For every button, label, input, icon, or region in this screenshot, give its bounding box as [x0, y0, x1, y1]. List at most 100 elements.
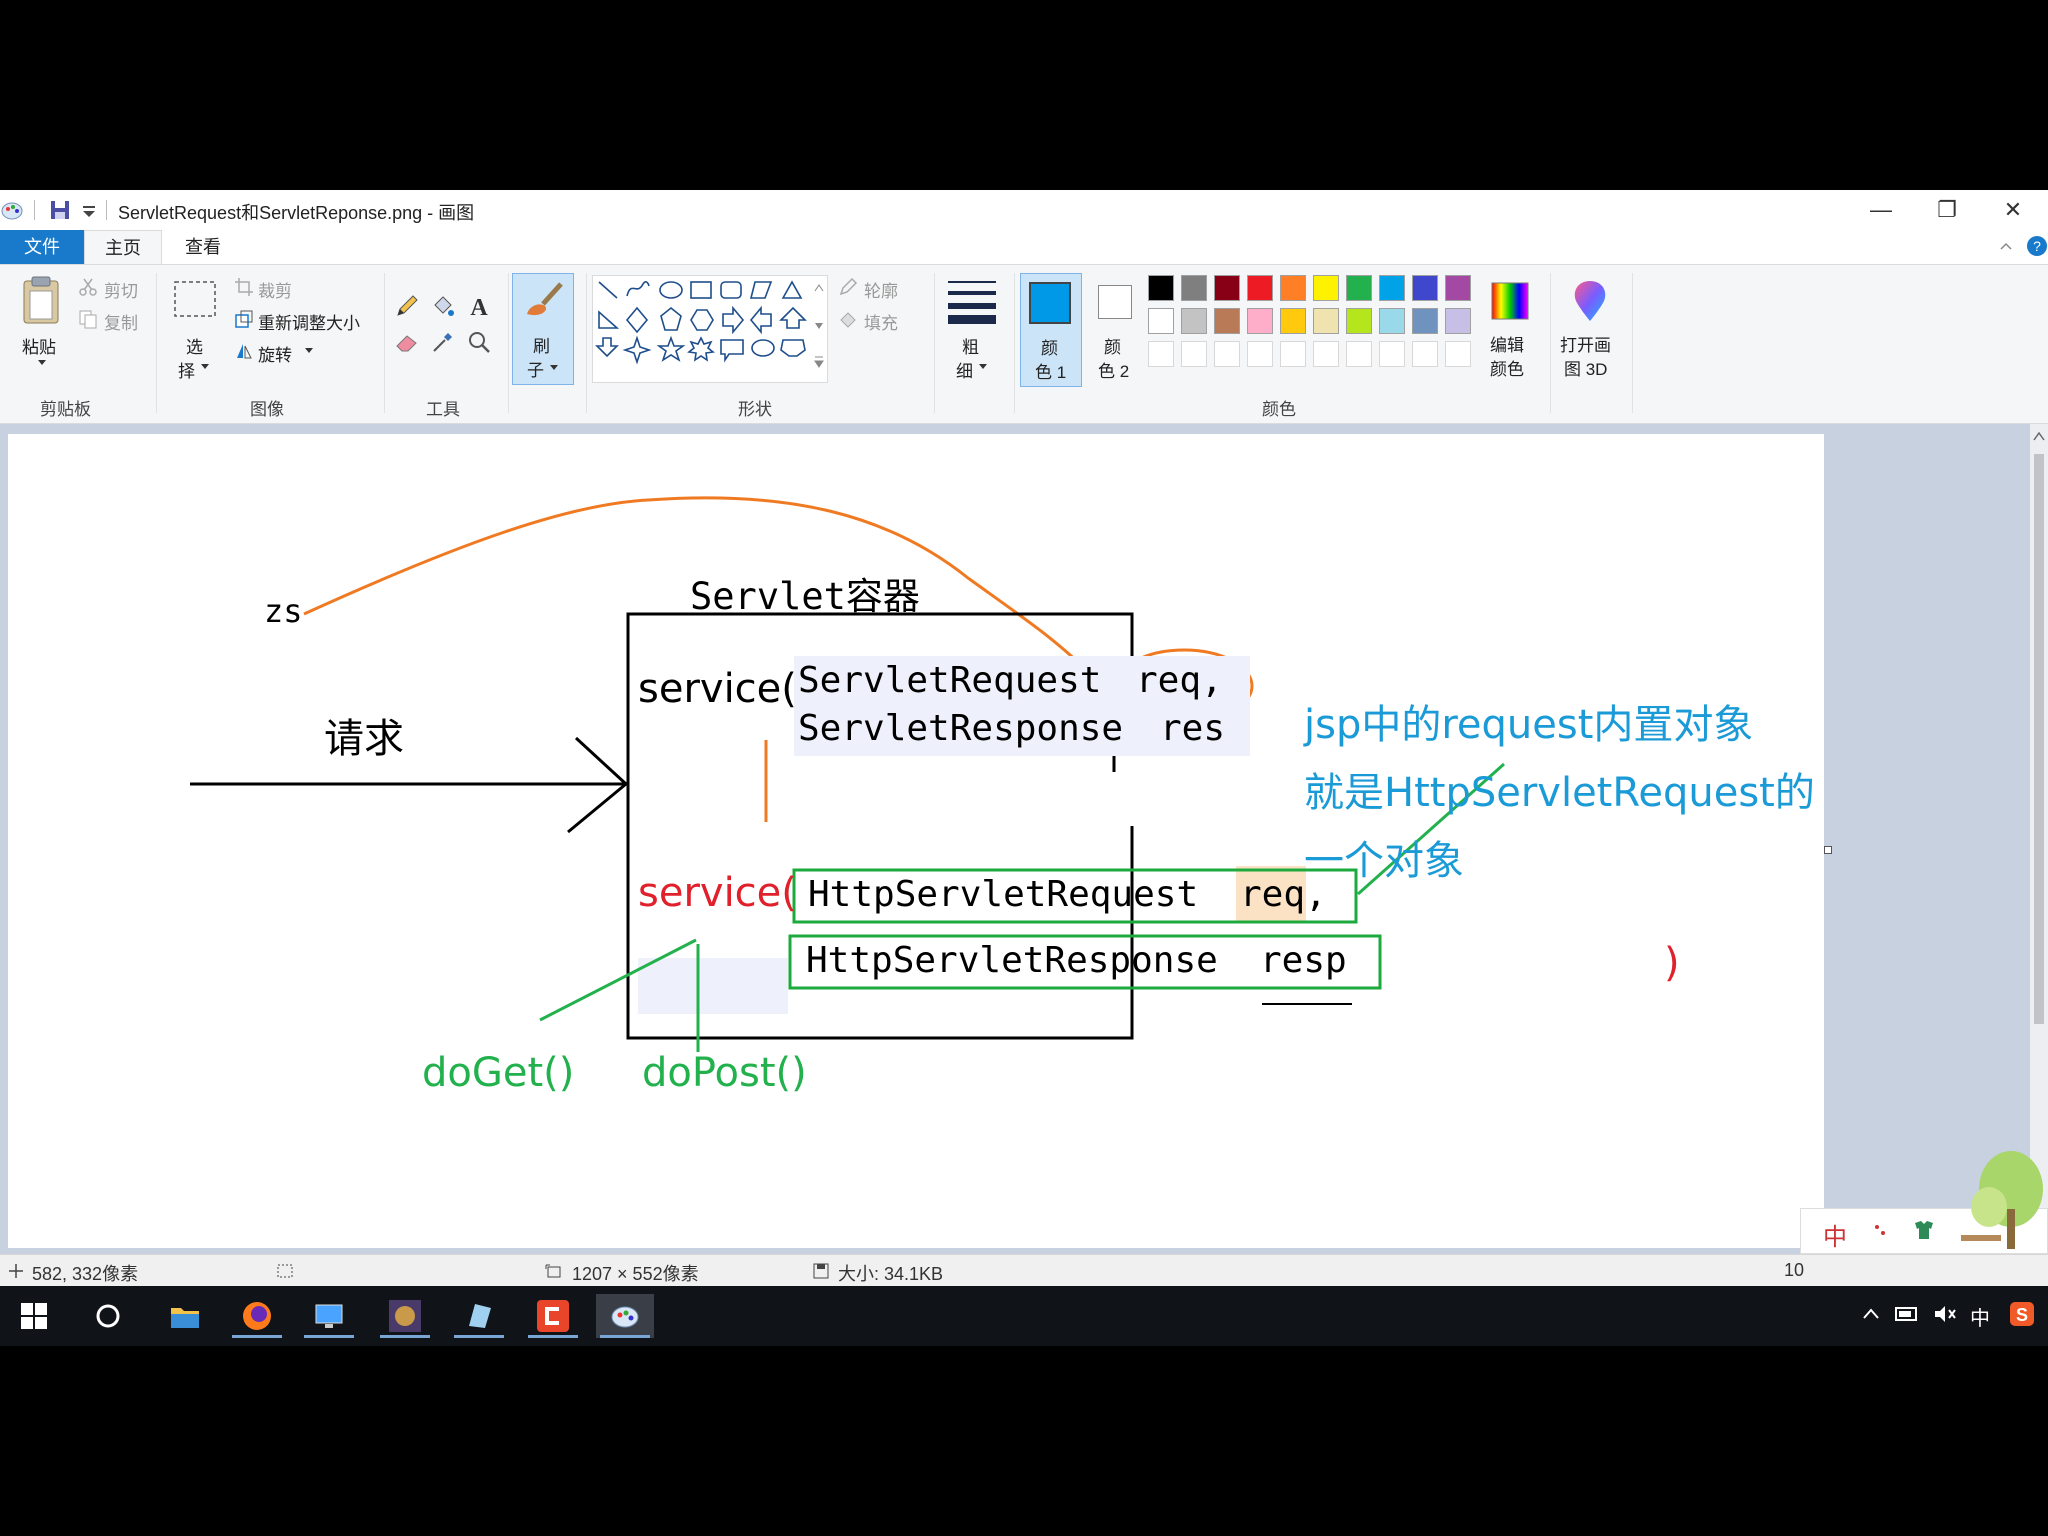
ime-mode-label[interactable]: 中	[1823, 1217, 1847, 1252]
tab-home[interactable]: 主页	[84, 230, 162, 264]
palette-empty-swatch[interactable]	[1214, 341, 1240, 367]
palette-color-swatch[interactable]	[1280, 308, 1306, 334]
ime-punctuation-icon[interactable]	[1869, 1219, 1893, 1243]
palette-empty-swatch[interactable]	[1181, 341, 1207, 367]
color2-swatch[interactable]	[1098, 285, 1132, 319]
palette-color-swatch[interactable]	[1379, 308, 1405, 334]
rotate-icon[interactable]	[234, 341, 254, 361]
palette-empty-swatch[interactable]	[1379, 341, 1405, 367]
search-cortana-icon[interactable]	[94, 1302, 122, 1330]
taskbar-app-4[interactable]	[376, 1294, 434, 1338]
magnifier-icon[interactable]	[466, 329, 492, 355]
collapse-ribbon-icon[interactable]	[1998, 238, 2014, 254]
text-tool-icon[interactable]: A	[466, 293, 492, 319]
tab-file[interactable]: 文件	[0, 230, 84, 264]
show-hidden-icons[interactable]	[1862, 1306, 1880, 1320]
fill-button[interactable]: 填充	[864, 309, 898, 334]
save-icon[interactable]	[48, 198, 72, 222]
rotate-dropdown-icon[interactable]	[304, 347, 314, 355]
palette-color-swatch[interactable]	[1379, 275, 1405, 301]
palette-color-swatch[interactable]	[1445, 308, 1471, 334]
size-label-top[interactable]: 粗	[962, 333, 979, 358]
crop-icon[interactable]	[234, 277, 254, 297]
paste-button-label[interactable]: 粘贴	[22, 333, 56, 358]
color-picker-icon[interactable]	[430, 329, 456, 355]
taskbar-file-explorer[interactable]	[156, 1294, 214, 1338]
size-label-bottom[interactable]: 细	[956, 357, 973, 382]
select-label-bottom[interactable]: 择	[178, 357, 195, 382]
palette-color-swatch[interactable]	[1247, 275, 1273, 301]
palette-color-swatch[interactable]	[1148, 275, 1174, 301]
palette-color-swatch[interactable]	[1346, 308, 1372, 334]
edit-colors-label-bottom[interactable]: 颜色	[1490, 355, 1524, 380]
drawing-canvas[interactable]: zs 请求 Servlet容器 service( ServletRequest …	[8, 434, 1824, 1248]
ime-indicator[interactable]: 中	[1970, 1302, 1990, 1331]
edit-colors-label-top[interactable]: 编辑	[1490, 331, 1524, 356]
cut-icon[interactable]	[78, 277, 98, 297]
color1-button[interactable]: 颜 色 1	[1020, 273, 1082, 387]
palette-color-swatch[interactable]	[1313, 308, 1339, 334]
paste-dropdown-icon[interactable]	[37, 359, 47, 367]
palette-color-swatch[interactable]	[1412, 275, 1438, 301]
quick-access-dropdown-icon[interactable]	[80, 198, 98, 222]
resize-button[interactable]: 重新调整大小	[258, 309, 360, 334]
windows-start-icon[interactable]	[20, 1302, 48, 1330]
volume-muted-icon[interactable]	[1932, 1302, 1958, 1326]
palette-empty-swatch[interactable]	[1247, 341, 1273, 367]
shapes-scroll-icons[interactable]	[812, 279, 826, 379]
scroll-thumb[interactable]	[2034, 454, 2044, 1024]
palette-color-swatch[interactable]	[1181, 275, 1207, 301]
paint-app-icon[interactable]	[0, 198, 26, 222]
minimize-button[interactable]: —	[1848, 190, 1914, 230]
palette-empty-swatch[interactable]	[1445, 341, 1471, 367]
brushes-button[interactable]: 刷 子	[512, 273, 574, 385]
ime-skin-icon[interactable]	[1911, 1217, 1937, 1243]
taskbar-app-6[interactable]	[524, 1294, 582, 1338]
palette-empty-swatch[interactable]	[1280, 341, 1306, 367]
zoom-level[interactable]: 10	[1784, 1260, 1804, 1281]
restore-button[interactable]: ❐	[1914, 190, 1980, 230]
palette-empty-swatch[interactable]	[1148, 341, 1174, 367]
palette-color-swatch[interactable]	[1214, 308, 1240, 334]
paint3d-label-bottom[interactable]: 图 3D	[1564, 355, 1607, 380]
rotate-button[interactable]: 旋转	[258, 341, 292, 366]
taskbar-app-5[interactable]	[450, 1294, 508, 1338]
palette-color-swatch[interactable]	[1412, 308, 1438, 334]
pencil-icon[interactable]	[394, 293, 420, 319]
fill-bucket-icon[interactable]	[430, 293, 456, 319]
outline-button[interactable]: 轮廓	[864, 277, 898, 302]
palette-color-swatch[interactable]	[1313, 275, 1339, 301]
outline-icon[interactable]	[838, 277, 858, 297]
taskbar-firefox[interactable]	[228, 1294, 286, 1338]
taskbar-remote-desktop[interactable]	[300, 1294, 358, 1338]
taskbar-paint[interactable]	[596, 1294, 654, 1338]
edit-colors-icon[interactable]	[1488, 279, 1532, 323]
palette-empty-swatch[interactable]	[1412, 341, 1438, 367]
eraser-icon[interactable]	[394, 329, 420, 355]
tab-view[interactable]: 查看	[170, 230, 236, 264]
size-dropdown-icon[interactable]	[978, 363, 988, 371]
shapes-gallery[interactable]	[592, 275, 828, 383]
vertical-scrollbar[interactable]	[2030, 424, 2048, 1254]
scroll-up-icon[interactable]	[2032, 430, 2046, 442]
palette-color-swatch[interactable]	[1148, 308, 1174, 334]
color2-label-top[interactable]: 颜	[1104, 333, 1121, 358]
select-icon[interactable]	[172, 279, 218, 321]
resize-icon[interactable]	[234, 309, 254, 329]
paste-icon[interactable]	[18, 275, 64, 327]
fill-icon[interactable]	[838, 309, 858, 329]
copy-icon[interactable]	[78, 309, 98, 329]
size-icon[interactable]	[946, 277, 998, 327]
crop-button[interactable]: 裁剪	[258, 277, 292, 302]
color2-label-bottom[interactable]: 色 2	[1098, 357, 1129, 382]
cut-button[interactable]: 剪切	[104, 277, 138, 302]
sogou-ime-icon[interactable]: S	[2008, 1300, 2036, 1328]
canvas-resize-handle[interactable]	[1824, 846, 1832, 854]
help-icon[interactable]: ?	[2026, 235, 2048, 257]
select-label-top[interactable]: 选	[186, 333, 203, 358]
palette-color-swatch[interactable]	[1445, 275, 1471, 301]
select-dropdown-icon[interactable]	[200, 363, 210, 371]
palette-color-swatch[interactable]	[1346, 275, 1372, 301]
ime-toolbar[interactable]: 中	[1800, 1151, 2048, 1254]
paint3d-label-top[interactable]: 打开画	[1560, 331, 1611, 356]
